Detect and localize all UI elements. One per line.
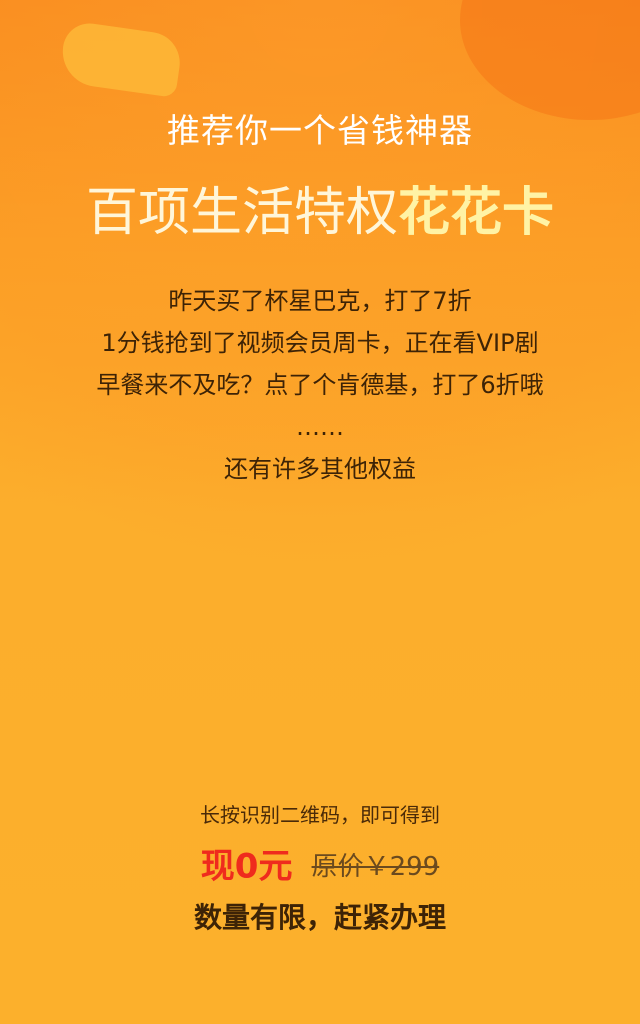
benefit-item: 还有许多其他权益 [224,455,416,483]
page-title: 百项生活特权花花卡 [0,170,640,245]
benefit-ellipsis: …… [296,413,344,441]
title-emphasis: 花花卡 [398,183,555,243]
headline: 推荐你一个省钱神器 [167,111,473,150]
price-row: 现0元 原价￥299 [0,844,640,888]
original-price: 原价￥299 [311,851,440,882]
benefits-list: 昨天买了杯星巴克，打了7折 1分钱抢到了视频会员周卡，正在看VIP剧 早餐来不及… [0,280,640,490]
title-main: 百项生活特权 [85,183,398,243]
benefit-item: 昨天买了杯星巴克，打了7折 [168,287,472,315]
footer-offer: 长按识别二维码，即可得到 现0元 原价￥299 数量有限，赶紧办理 [0,800,640,938]
promo-poster: 推荐你一个省钱神器 百项生活特权花花卡 昨天买了杯星巴克，打了7折 1分钱抢到了… [0,0,640,1024]
scan-qr-instruction: 长按识别二维码，即可得到 [200,803,440,827]
benefit-item: 早餐来不及吃？点了个肯德基，打了6折哦 [96,371,544,399]
benefit-item: 1分钱抢到了视频会员周卡，正在看VIP剧 [101,329,539,357]
current-price: 现0元 [200,846,293,887]
limited-quantity-notice: 数量有限，赶紧办理 [193,901,446,934]
